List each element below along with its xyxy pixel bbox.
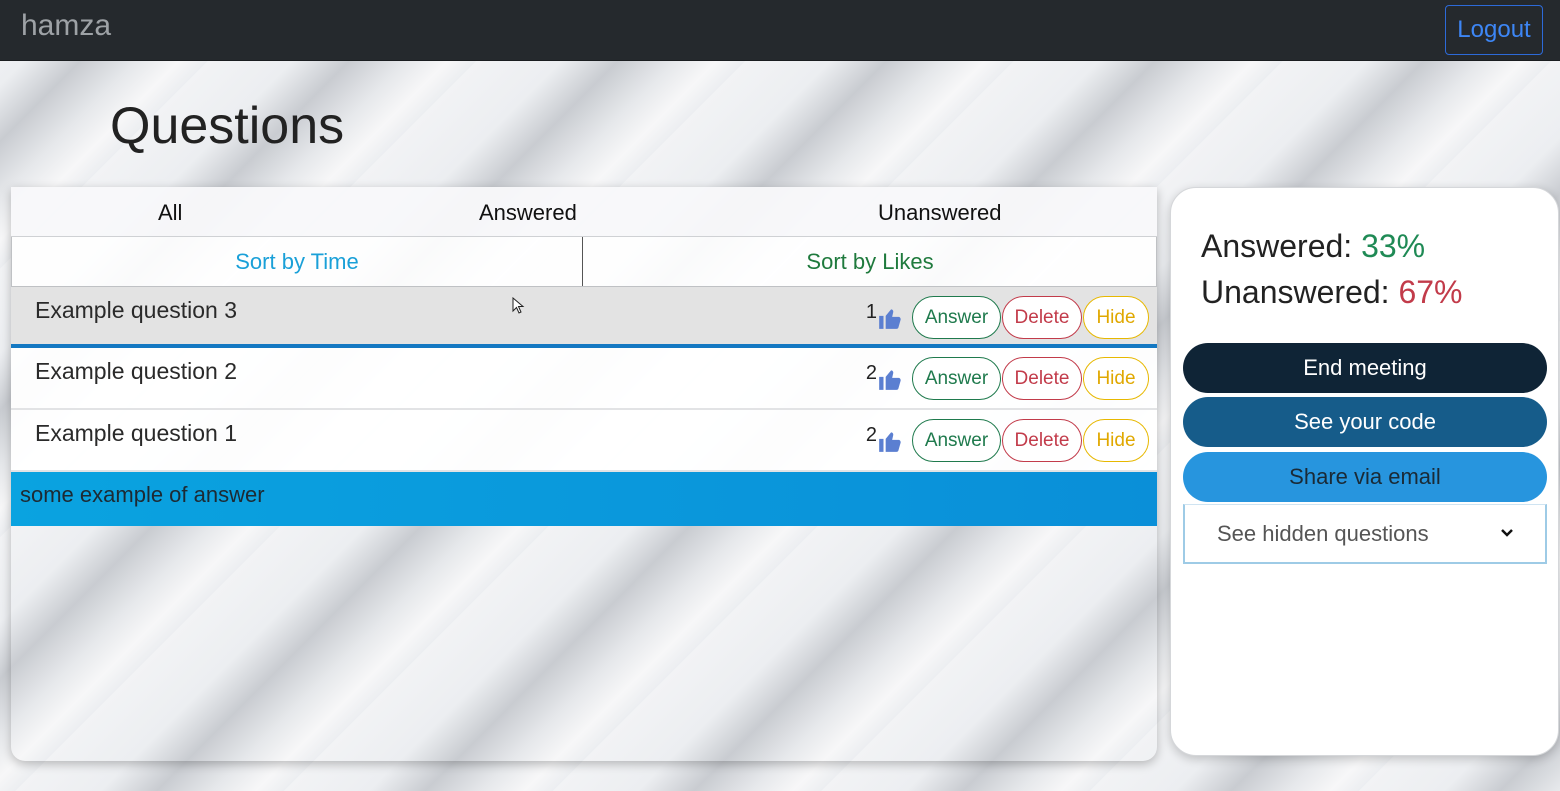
end-meeting-button[interactable]: End meeting	[1183, 343, 1547, 393]
likes: 2	[866, 362, 903, 392]
delete-button[interactable]: Delete	[1002, 296, 1082, 339]
hide-button[interactable]: Hide	[1083, 357, 1149, 400]
filter-tabs: All Answered Unanswered	[11, 187, 1157, 237]
hide-button[interactable]: Hide	[1083, 296, 1149, 339]
mouse-cursor-icon	[512, 297, 525, 314]
answered-stat: Answered: 33%	[1201, 228, 1425, 265]
see-code-button[interactable]: See your code	[1183, 397, 1547, 447]
answered-label: Answered:	[1201, 228, 1353, 264]
answer-button[interactable]: Answer	[912, 296, 1001, 339]
sort-by-likes-button[interactable]: Sort by Likes	[583, 237, 1157, 286]
question-row[interactable]: Example question 2 2 Answer Delete Hide	[11, 348, 1157, 410]
thumbs-up-icon[interactable]	[877, 305, 903, 331]
meeting-sidebar: Answered: 33% Unanswered: 67% End meetin…	[1170, 187, 1559, 756]
answer-button[interactable]: Answer	[912, 419, 1001, 462]
hidden-questions-select[interactable]: See hidden questions	[1183, 504, 1547, 564]
answer-text: some example of answer	[11, 472, 1157, 526]
navbar: hamza Logout	[0, 0, 1560, 61]
logout-button[interactable]: Logout	[1445, 5, 1543, 55]
like-count: 2	[865, 361, 877, 384]
thumbs-up-icon[interactable]	[877, 366, 903, 392]
question-text: Example question 2	[35, 358, 238, 384]
unanswered-label: Unanswered:	[1201, 274, 1390, 310]
unanswered-percent: 67%	[1398, 274, 1463, 310]
page-title: Questions	[110, 97, 345, 155]
question-text: Example question 1	[35, 420, 238, 446]
unanswered-stat: Unanswered: 67%	[1201, 274, 1462, 311]
likes: 2	[866, 424, 903, 454]
question-row[interactable]: Example question 1 2 Answer Delete Hide	[11, 410, 1157, 472]
sort-by-time-button[interactable]: Sort by Time	[12, 237, 583, 286]
answer-button[interactable]: Answer	[912, 357, 1001, 400]
likes: 1	[866, 301, 903, 331]
brand-username: hamza	[21, 9, 112, 42]
delete-button[interactable]: Delete	[1002, 357, 1082, 400]
tab-answered[interactable]: Answered	[479, 200, 577, 226]
delete-button[interactable]: Delete	[1002, 419, 1082, 462]
tab-unanswered[interactable]: Unanswered	[878, 200, 1002, 226]
thumbs-up-icon[interactable]	[877, 428, 903, 454]
question-row[interactable]: Example question 3 1 Answer Delete Hide	[11, 287, 1157, 348]
answered-percent: 33%	[1361, 228, 1426, 264]
question-text: Example question 3	[35, 297, 238, 323]
question-actions: 2 Answer Delete Hide	[866, 419, 1149, 462]
question-actions: 2 Answer Delete Hide	[866, 357, 1149, 400]
hide-button[interactable]: Hide	[1083, 419, 1149, 462]
sort-bar: Sort by Time Sort by Likes	[11, 237, 1157, 287]
share-email-button[interactable]: Share via email	[1183, 452, 1547, 502]
questions-panel: All Answered Unanswered Sort by Time Sor…	[11, 187, 1157, 761]
hidden-questions-label: See hidden questions	[1217, 520, 1429, 546]
tab-all[interactable]: All	[158, 200, 182, 226]
chevron-down-icon	[1501, 529, 1513, 537]
question-actions: 1 Answer Delete Hide	[866, 296, 1149, 339]
like-count: 1	[865, 300, 877, 323]
like-count: 2	[865, 423, 877, 446]
